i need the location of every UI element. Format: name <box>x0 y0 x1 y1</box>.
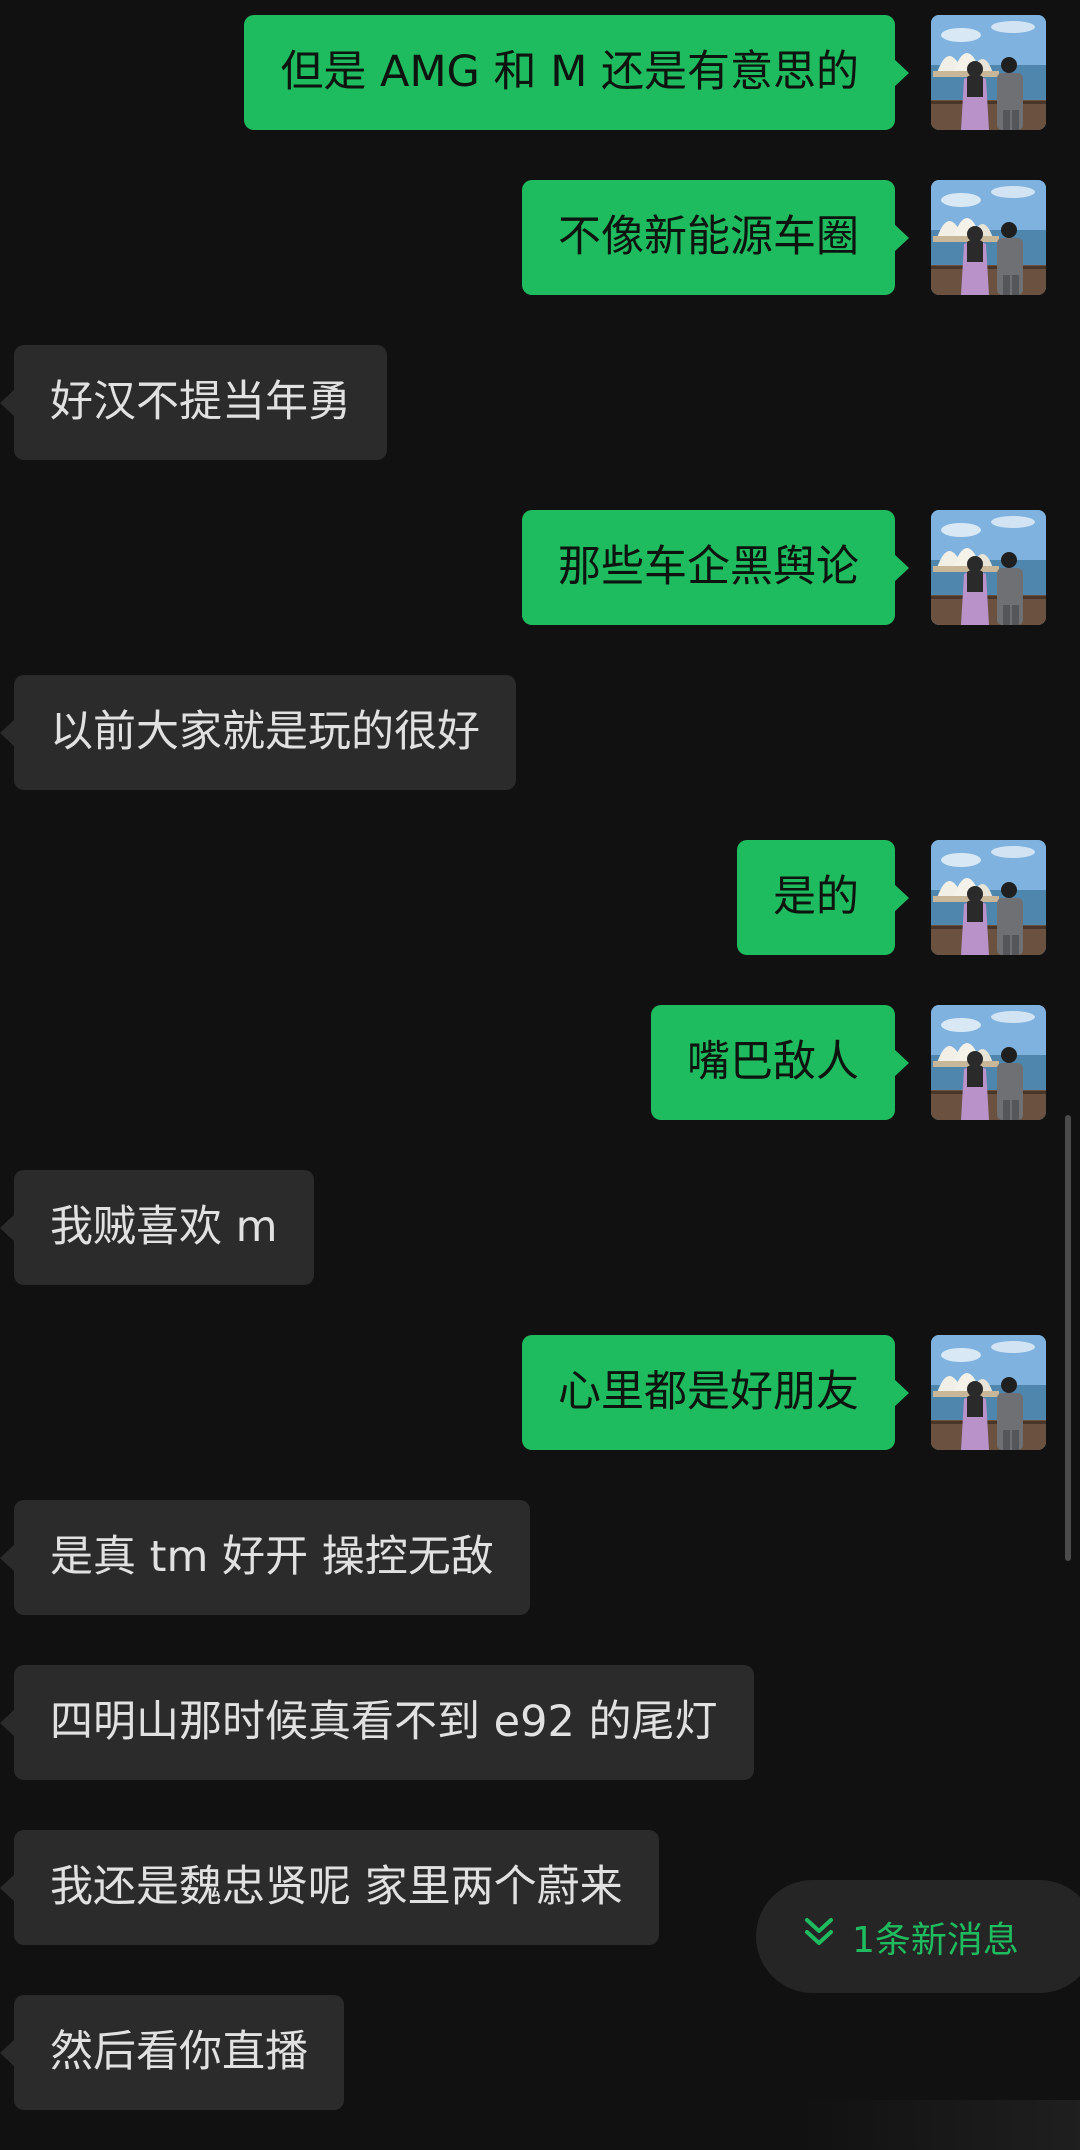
avatar[interactable] <box>931 1335 1046 1450</box>
message-bubble[interactable]: 是的 <box>737 840 909 955</box>
new-message-label: 1条新消息 <box>852 1919 1019 1961</box>
message-bubble[interactable]: 以前大家就是玩的很好 <box>0 675 516 790</box>
chat-message-list[interactable]: 但是 AMG 和 M 还是有意思的 不像新能源车圈 好汉不提当年勇 那些车企黑舆… <box>0 0 1080 2150</box>
message-bubble[interactable]: 心里都是好朋友 <box>522 1335 909 1450</box>
chat-message-sent: 但是 AMG 和 M 还是有意思的 <box>0 15 1080 130</box>
chat-message-sent: 那些车企黑舆论 <box>0 510 1080 625</box>
bottom-edge-shadow <box>800 2100 1080 2150</box>
message-bubble[interactable]: 我贼喜欢 m <box>0 1170 314 1285</box>
message-bubble[interactable]: 是真 tm 好开 操控无敌 <box>0 1500 530 1615</box>
double-chevron-down-icon <box>802 1915 836 1958</box>
avatar[interactable] <box>931 180 1046 295</box>
new-message-button[interactable]: 1条新消息 <box>756 1880 1080 1993</box>
message-bubble[interactable]: 嘴巴敌人 <box>651 1005 909 1120</box>
avatar[interactable] <box>931 15 1046 130</box>
message-bubble[interactable]: 好汉不提当年勇 <box>0 345 387 460</box>
message-bubble[interactable]: 我还是魏忠贤呢 家里两个蔚来 <box>0 1830 659 1945</box>
chat-message-received: 我贼喜欢 m <box>0 1170 1080 1285</box>
chat-message-received: 四明山那时候真看不到 e92 的尾灯 <box>0 1665 1080 1780</box>
chat-message-sent: 不像新能源车圈 <box>0 180 1080 295</box>
chat-message-received: 然后看你直播 <box>0 1995 1080 2110</box>
message-bubble[interactable]: 不像新能源车圈 <box>522 180 909 295</box>
chat-message-sent: 是的 <box>0 840 1080 955</box>
message-bubble[interactable]: 那些车企黑舆论 <box>522 510 909 625</box>
chat-message-received: 以前大家就是玩的很好 <box>0 675 1080 790</box>
message-bubble[interactable]: 四明山那时候真看不到 e92 的尾灯 <box>0 1665 754 1780</box>
chat-message-received: 好汉不提当年勇 <box>0 345 1080 460</box>
chat-message-sent: 心里都是好朋友 <box>0 1335 1080 1450</box>
chat-message-sent: 嘴巴敌人 <box>0 1005 1080 1120</box>
avatar[interactable] <box>931 840 1046 955</box>
message-bubble[interactable]: 但是 AMG 和 M 还是有意思的 <box>244 15 909 130</box>
message-bubble[interactable]: 然后看你直播 <box>0 1995 344 2110</box>
avatar[interactable] <box>931 1005 1046 1120</box>
avatar[interactable] <box>931 510 1046 625</box>
chat-message-received: 是真 tm 好开 操控无敌 <box>0 1500 1080 1615</box>
scrollbar[interactable] <box>1065 1115 1071 1561</box>
